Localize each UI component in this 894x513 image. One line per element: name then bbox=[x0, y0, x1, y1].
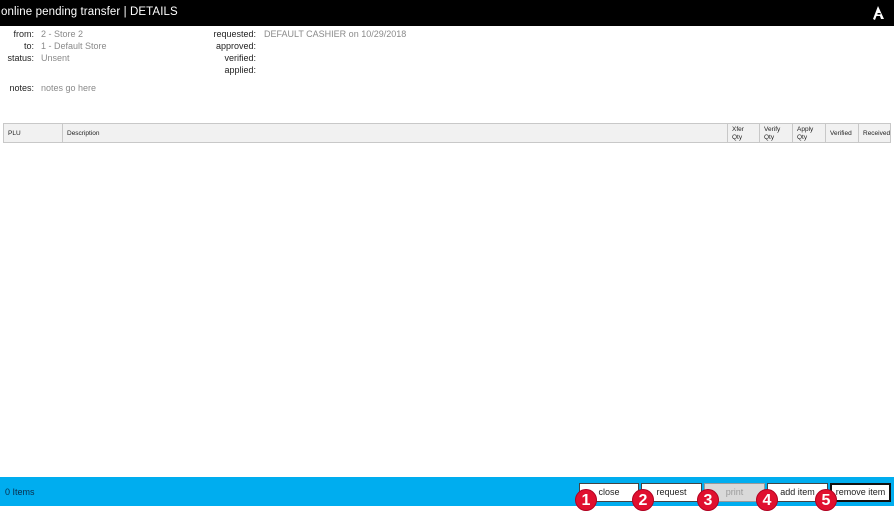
column-description-label: Description bbox=[67, 130, 100, 137]
applied-label: applied: bbox=[224, 65, 256, 75]
notes-field[interactable]: notes go here bbox=[41, 83, 96, 95]
status-label: status: bbox=[7, 53, 34, 63]
column-description[interactable]: Description bbox=[62, 124, 727, 142]
title-bar: online pending transfer | DETAILS bbox=[0, 0, 894, 26]
from-label: from: bbox=[13, 29, 34, 39]
column-xfer-qty-label-1: Xfer bbox=[732, 126, 744, 133]
approved-label: approved: bbox=[215, 41, 256, 51]
items-grid-header: PLU Description Xfer Qty Verify Qty Appl… bbox=[3, 123, 891, 143]
column-received-label: Received bbox=[863, 130, 891, 137]
from-value: 2 - Store 2 bbox=[41, 29, 84, 39]
callout-marker-1: 1 bbox=[575, 489, 597, 511]
notes-label: notes: bbox=[9, 83, 34, 93]
to-value: 1 - Default Store bbox=[41, 41, 107, 51]
items-count: 0 Items bbox=[5, 487, 35, 497]
column-verify-qty-label-2: Qty bbox=[764, 133, 775, 141]
status-value: Unsent bbox=[41, 53, 70, 63]
column-verified-label: Verified bbox=[830, 130, 852, 137]
column-apply-qty[interactable]: Apply Qty bbox=[792, 124, 825, 142]
column-verify-qty-label-1: Verify bbox=[764, 126, 781, 133]
window-title: online pending transfer | DETAILS bbox=[1, 6, 178, 18]
column-received[interactable]: Received bbox=[858, 124, 890, 142]
remove-item-button[interactable]: remove item bbox=[830, 483, 891, 502]
app-logo-icon bbox=[873, 6, 884, 20]
callout-marker-2: 2 bbox=[632, 489, 654, 511]
column-plu[interactable]: PLU bbox=[4, 124, 62, 142]
column-plu-label: PLU bbox=[8, 130, 21, 137]
column-xfer-qty-label-2: Qty bbox=[732, 133, 743, 141]
column-verified[interactable]: Verified bbox=[825, 124, 858, 142]
verified-label: verified: bbox=[224, 53, 256, 63]
column-xfer-qty[interactable]: Xfer Qty bbox=[727, 124, 759, 142]
callout-marker-3: 3 bbox=[697, 489, 719, 511]
callout-marker-4: 4 bbox=[756, 489, 778, 511]
column-verify-qty[interactable]: Verify Qty bbox=[759, 124, 792, 142]
callout-marker-5: 5 bbox=[815, 489, 837, 511]
to-label: to: bbox=[23, 41, 34, 51]
column-apply-qty-label-1: Apply bbox=[797, 126, 814, 133]
column-apply-qty-label-2: Qty bbox=[797, 133, 808, 141]
requested-label: requested: bbox=[213, 29, 256, 39]
requested-value: DEFAULT CASHIER on 10/29/2018 bbox=[264, 29, 407, 39]
items-grid-body[interactable] bbox=[3, 143, 891, 475]
